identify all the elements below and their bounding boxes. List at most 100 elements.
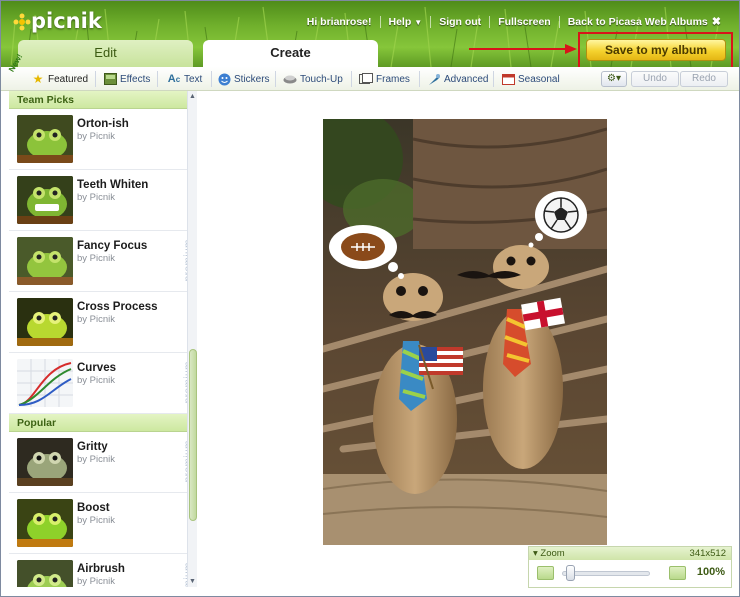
effect-name: Airbrush: [77, 563, 125, 575]
settings-gear-button[interactable]: ⚙▾: [601, 71, 627, 87]
back-label: Back to Picasa Web Albums: [567, 16, 708, 28]
user-greeting: Hi brianrose!: [306, 15, 372, 28]
tab-stickers[interactable]: Stickers: [217, 71, 270, 87]
nav-divider: [489, 15, 491, 28]
zoom-panel: ▾ Zoom 341x512 100%: [528, 546, 732, 588]
seasonal-icon: [501, 72, 515, 86]
save-to-album-button[interactable]: Save to my album: [586, 39, 726, 61]
effects-sidebar: Team Picks Orton-ish by Picnik Teeth Whi…: [9, 91, 197, 587]
toolbar-divider: [157, 71, 158, 87]
sidebar-scrollbar[interactable]: ▲ ▼: [187, 91, 197, 587]
effect-author: by Picnik: [77, 253, 116, 264]
effect-author: by Picnik: [77, 314, 116, 325]
nav-divider: [558, 15, 560, 28]
effect-gritty[interactable]: Gritty by Picnik premium: [9, 432, 196, 493]
advanced-icon: [427, 72, 441, 86]
effect-thumbnail: [17, 560, 73, 587]
effect-cross-process[interactable]: Cross Process by Picnik: [9, 292, 196, 353]
scrollbar-thumb[interactable]: [189, 349, 197, 521]
toolbar-divider: [275, 71, 276, 87]
touchup-label: Touch-Up: [300, 73, 343, 85]
seasonal-label: Seasonal: [518, 73, 560, 85]
toolbar-divider: [493, 71, 494, 87]
effect-author: by Picnik: [77, 131, 116, 142]
effect-thumbnail: [17, 298, 73, 346]
close-icon: ✖: [711, 16, 721, 28]
effect-author: by Picnik: [77, 454, 116, 465]
back-to-picasa-link[interactable]: Back to Picasa Web Albums ✖: [568, 15, 721, 28]
nav-divider: [379, 15, 381, 28]
picnik-app: picnik Hi brianrose! Help ▼ Sign out Full…: [0, 0, 740, 597]
tab-featured[interactable]: ★ Featured: [31, 71, 88, 87]
tab-edit[interactable]: Edit: [18, 40, 193, 67]
zoom-out-mountain-icon[interactable]: [537, 566, 554, 580]
effect-thumbnail: [17, 499, 73, 547]
zoom-in-mountain-icon[interactable]: [669, 566, 686, 580]
top-navigation: Hi brianrose! Help ▼ Sign out Fullscreen …: [307, 15, 721, 28]
effect-orton-ish[interactable]: Orton-ish by Picnik: [9, 109, 196, 170]
caret-down-icon: ▼: [414, 17, 423, 27]
help-menu[interactable]: Help ▼: [389, 16, 423, 28]
effect-thumbnail: [17, 438, 73, 486]
effect-fancy-focus[interactable]: Fancy Focus by Picnik premium: [9, 231, 196, 292]
touchup-icon: [283, 72, 297, 86]
redo-button[interactable]: Redo: [680, 71, 728, 87]
image-dimensions: 341x512: [689, 548, 726, 559]
effect-boost[interactable]: Boost by Picnik: [9, 493, 196, 554]
zoom-slider-thumb[interactable]: [565, 565, 575, 581]
effect-airbrush[interactable]: Airbrush by Picnik premium: [9, 554, 196, 587]
effect-name: Orton-ish: [77, 118, 129, 130]
effect-author: by Picnik: [77, 576, 116, 587]
create-toolbar: ★ Featured Effects Ac Text Stickers Touc…: [1, 67, 739, 91]
tab-effects[interactable]: Effects: [103, 71, 150, 87]
scroll-down-icon[interactable]: ▼: [189, 578, 196, 585]
section-popular: Popular: [9, 414, 196, 432]
stickers-icon: [217, 72, 231, 86]
picnik-logo[interactable]: picnik: [31, 9, 102, 33]
toolbar-divider: [211, 71, 212, 87]
fullscreen-link[interactable]: Fullscreen: [498, 16, 551, 28]
tab-create[interactable]: Create: [203, 40, 378, 67]
zoom-label: Zoom: [540, 548, 565, 559]
effect-teeth-whiten[interactable]: Teeth Whiten by Picnik: [9, 170, 196, 231]
effect-name: Curves: [77, 362, 116, 374]
effect-name: Teeth Whiten: [77, 179, 149, 191]
effect-name: Fancy Focus: [77, 240, 148, 252]
zoom-header[interactable]: ▾ Zoom 341x512: [529, 547, 731, 560]
featured-label: Featured: [48, 73, 89, 85]
toolbar-divider: [419, 71, 420, 87]
effect-thumbnail: [17, 237, 73, 285]
picnik-flower-icon: [13, 13, 31, 31]
undo-button[interactable]: Undo: [631, 71, 679, 87]
effect-curves[interactable]: Curves by Picnik premium: [9, 353, 196, 414]
toolbar-divider: [95, 71, 96, 87]
gear-icon: ⚙▾: [607, 73, 621, 84]
help-label: Help: [388, 15, 412, 28]
zoom-body: 100%: [529, 560, 731, 588]
effects-label: Effects: [120, 73, 151, 85]
section-team-picks: Team Picks: [9, 91, 196, 109]
tab-touch-up[interactable]: Touch-Up: [283, 71, 343, 87]
zoom-percent: 100%: [696, 566, 725, 578]
edited-photo[interactable]: [323, 119, 607, 545]
stickers-label: Stickers: [234, 73, 270, 85]
text-label: Text: [184, 73, 203, 85]
frames-label: Frames: [376, 73, 410, 85]
effect-author: by Picnik: [77, 375, 116, 386]
nav-divider: [430, 15, 432, 28]
tab-frames[interactable]: Frames: [359, 71, 410, 87]
zoom-slider-track[interactable]: [562, 571, 650, 576]
sign-out-link[interactable]: Sign out: [439, 16, 481, 28]
effect-thumbnail: [17, 115, 73, 163]
effect-thumbnail: [17, 176, 73, 224]
text-icon: Ac: [167, 73, 181, 85]
effect-name: Cross Process: [77, 301, 158, 313]
scroll-up-icon[interactable]: ▲: [189, 93, 196, 100]
tab-advanced[interactable]: Advanced: [427, 71, 488, 87]
tab-seasonal[interactable]: Seasonal: [501, 71, 560, 87]
tab-text[interactable]: Ac Text: [167, 71, 203, 87]
toolbar-divider: [351, 71, 352, 87]
effects-icon: [103, 72, 117, 86]
effect-author: by Picnik: [77, 192, 116, 203]
effect-name: Boost: [77, 502, 110, 514]
